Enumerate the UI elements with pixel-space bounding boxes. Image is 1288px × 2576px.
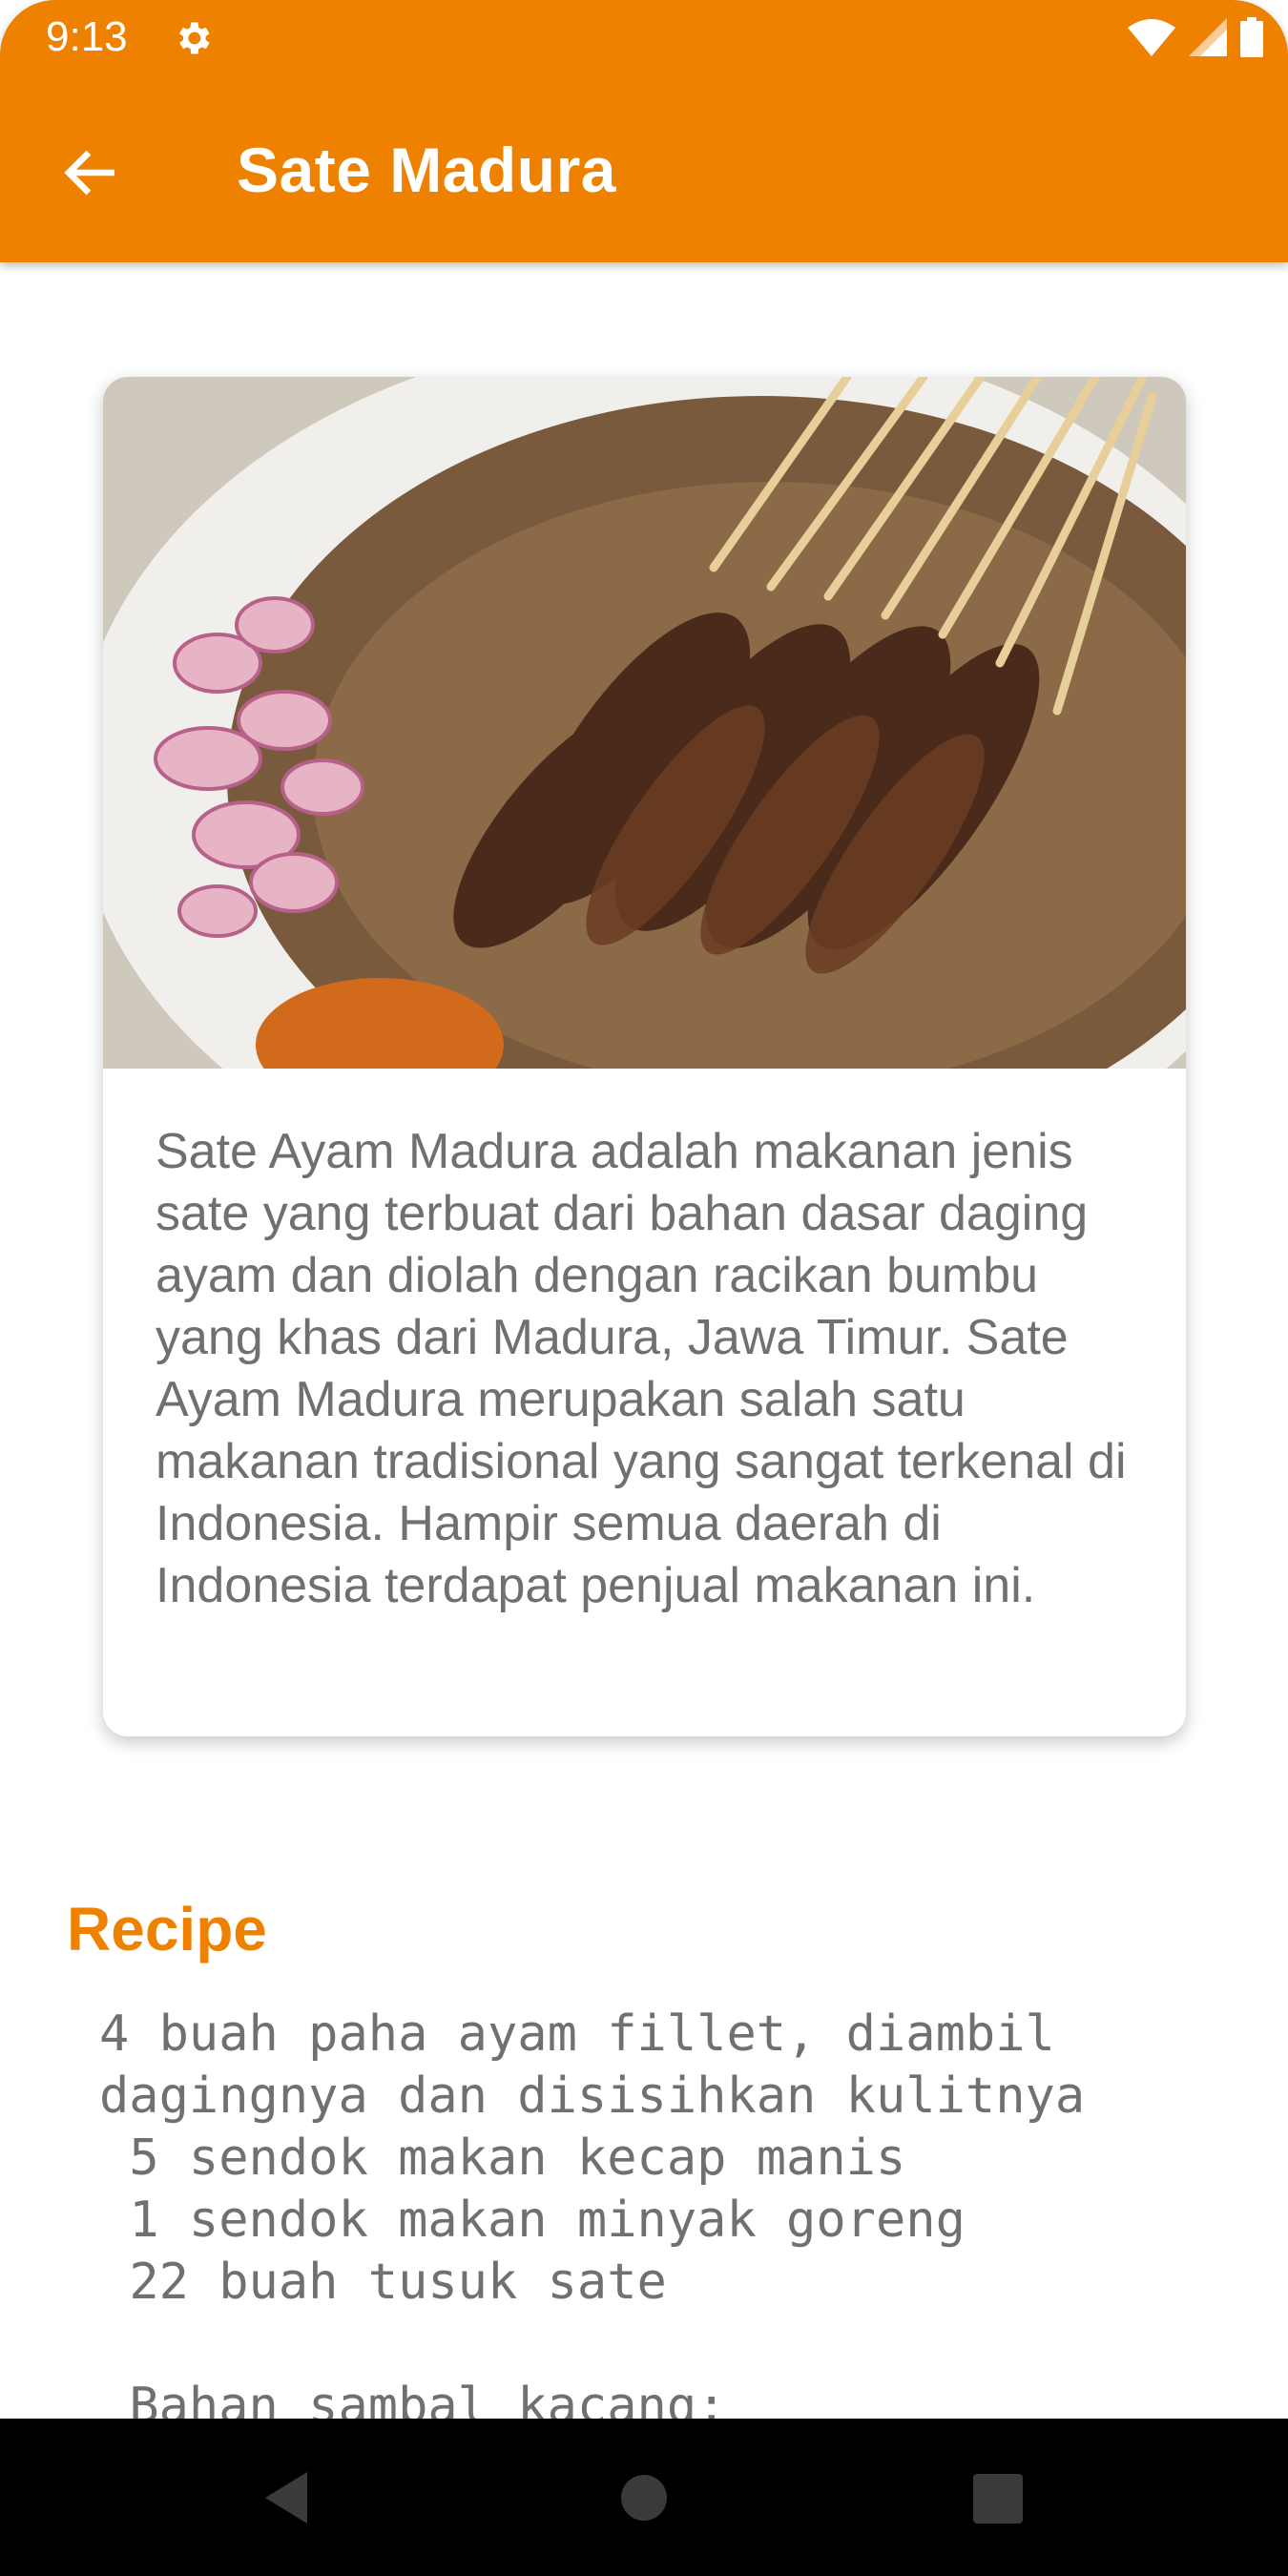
recents-square-icon[interactable]	[973, 2474, 1023, 2524]
food-card: Sate Ayam Madura adalah makanan jenis sa…	[103, 377, 1186, 1736]
recipe-heading: Recipe	[67, 1895, 267, 1963]
gear-icon	[179, 22, 210, 54]
app-bar: 9:13 Sate Madura	[0, 0, 1288, 262]
sate-madura-photo	[103, 377, 1186, 1069]
system-nav-bar	[0, 2419, 1288, 2576]
home-circle-icon[interactable]	[620, 2474, 668, 2522]
status-icons	[1128, 17, 1263, 57]
food-description: Sate Ayam Madura adalah makanan jenis sa…	[156, 1124, 1127, 1613]
page-title: Sate Madura	[237, 135, 616, 205]
wifi-icon	[1128, 19, 1175, 56]
signal-icon	[1189, 18, 1227, 56]
arrow-left-icon[interactable]	[57, 138, 126, 207]
battery-icon	[1240, 17, 1263, 57]
recipe-text: 4 buah paha ayam fillet, diambil dagingn…	[99, 2005, 1086, 2435]
back-triangle-icon[interactable]	[258, 2466, 315, 2529]
status-time: 9:13	[46, 13, 128, 60]
